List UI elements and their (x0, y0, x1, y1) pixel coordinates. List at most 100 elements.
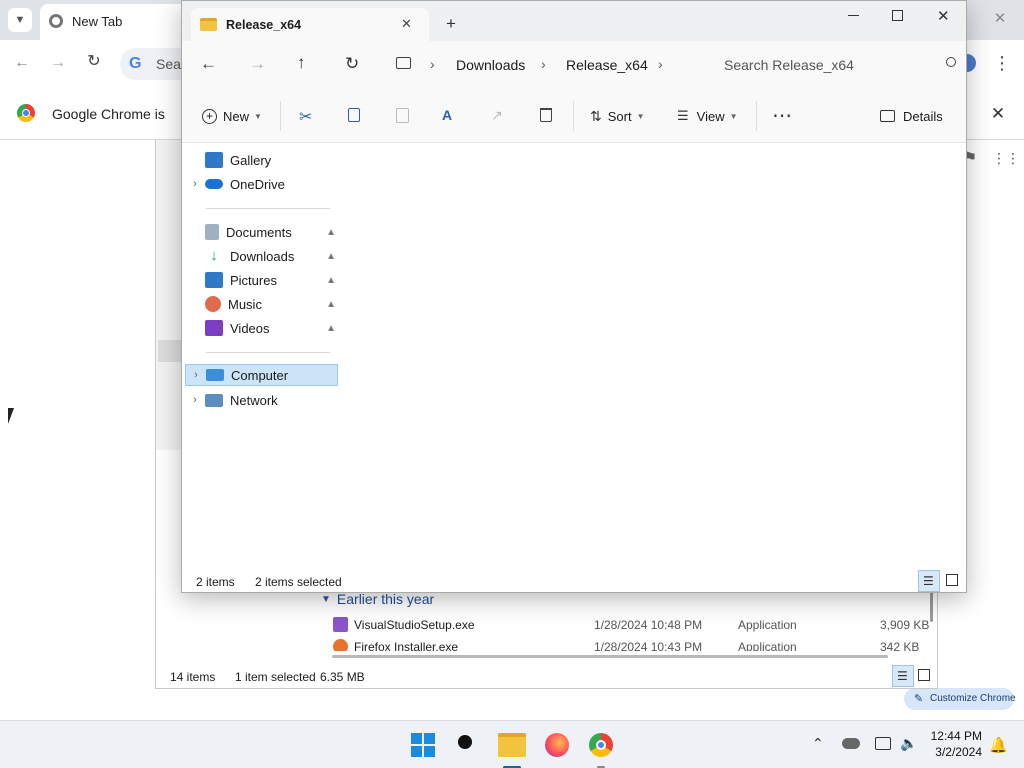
new-button[interactable]: + New ▼ (202, 105, 262, 127)
tab-search-chevron-icon[interactable]: ▼ (8, 8, 32, 32)
breadcrumb-downloads[interactable]: Downloads (456, 57, 525, 73)
expand-chevron-icon[interactable]: › (185, 394, 205, 406)
file-explorer-taskbar-icon[interactable] (498, 733, 526, 757)
infobar-message: Google Chrome is (52, 106, 165, 122)
taskbar: ⌃ 🔈 12:44 PM 3/2/2024 🔔 (0, 720, 1024, 768)
forward-arrow-icon[interactable]: → (249, 55, 266, 72)
expand-chevron-icon[interactable]: › (186, 369, 206, 381)
folder-icon (200, 18, 217, 31)
volume-muted-icon[interactable]: 🔈 (900, 735, 917, 752)
onedrive-tray-icon[interactable] (842, 738, 860, 749)
clock-time: 12:44 PM (930, 729, 982, 743)
network-tray-icon[interactable] (875, 737, 891, 750)
breadcrumb-release[interactable]: Release_x64 (566, 57, 648, 73)
horizontal-scrollbar[interactable] (332, 655, 888, 658)
nav-divider (206, 352, 330, 353)
file-row[interactable]: VisualStudioSetup.exe 1/28/2024 10:48 PM… (330, 615, 930, 635)
network-icon (205, 393, 223, 407)
search-icon (946, 57, 956, 67)
infobar-close-icon[interactable]: ✕ (988, 105, 1008, 125)
file-list-area[interactable] (340, 144, 964, 568)
computer-monitor-icon (206, 369, 224, 381)
details-pane-button[interactable]: Details (880, 105, 943, 127)
start-windows-icon[interactable] (411, 733, 435, 757)
close-window-icon[interactable]: ✕ (937, 7, 950, 25)
minimize-icon[interactable] (848, 15, 859, 16)
tiles-view-toggle[interactable] (918, 669, 930, 681)
file-row[interactable]: Firefox Installer.exe 1/28/2024 10:43 PM… (330, 637, 930, 651)
nav-item-network[interactable]: › Network (185, 389, 338, 411)
nav-item-computer[interactable]: › Computer (185, 364, 338, 386)
search-icon[interactable] (458, 735, 478, 755)
chrome-tab-new-tab[interactable]: New Tab (40, 4, 190, 40)
pin-icon: ▲ (326, 322, 336, 334)
chrome-menu-icon[interactable]: ⋮ (993, 54, 1011, 74)
explorer-tab-release[interactable]: Release_x64 ✕ (191, 8, 429, 41)
google-g-icon: G (129, 55, 142, 72)
pin-icon: ▲ (326, 274, 336, 286)
share-icon[interactable]: ↗ (491, 107, 503, 124)
chrome-close-window-icon[interactable]: ✕ (990, 11, 1010, 31)
nav-item-downloads[interactable]: ↓ Downloads ▲ (185, 245, 338, 267)
close-tab-icon[interactable]: ✕ (401, 16, 412, 32)
nav-item-gallery[interactable]: Gallery (185, 149, 338, 171)
pictures-icon (205, 272, 223, 288)
bg-selected-nav-item[interactable] (158, 340, 182, 362)
search-input[interactable]: Search Release_x64 (710, 51, 966, 79)
back-arrow-icon[interactable]: ← (12, 55, 32, 75)
firefox-icon[interactable] (545, 733, 569, 757)
vertical-scrollbar[interactable] (930, 592, 933, 622)
dropdown-chevron-icon: ▼ (254, 111, 262, 121)
nav-item-pictures[interactable]: Pictures ▲ (185, 269, 338, 291)
pin-icon: ▲ (326, 298, 336, 310)
pencil-icon: ✎ (914, 693, 924, 705)
tiles-view-toggle[interactable] (946, 574, 958, 586)
paste-icon[interactable] (396, 108, 409, 123)
details-label: Details (903, 108, 943, 124)
copy-icon[interactable] (348, 108, 360, 122)
nav-item-music[interactable]: Music ▲ (185, 293, 338, 315)
details-view-toggle[interactable]: ☰ (918, 570, 940, 592)
file-type: Application (738, 618, 797, 632)
delete-icon[interactable] (540, 108, 552, 122)
up-arrow-icon[interactable]: ↑ (297, 54, 306, 71)
firefox-installer-icon (333, 639, 348, 651)
details-view-toggle[interactable]: ☰ (892, 665, 914, 687)
chrome-taskbar-icon[interactable] (589, 733, 613, 757)
selected-count: 2 items selected (255, 575, 342, 589)
clock[interactable]: 12:44 PM 3/2/2024 (926, 728, 982, 762)
expand-chevron-icon[interactable]: › (185, 178, 205, 190)
this-pc-icon (396, 57, 411, 69)
plus-circle-icon: + (202, 108, 217, 124)
nav-item-documents[interactable]: Documents ▲ (185, 221, 338, 243)
notification-bell-icon[interactable]: 🔔 (989, 736, 1008, 754)
bg-item-count: 14 items (170, 670, 216, 684)
back-arrow-icon[interactable]: ← (200, 55, 217, 72)
nav-label-documents: Documents (226, 224, 292, 240)
breadcrumb[interactable]: › Downloads › Release_x64 › (386, 51, 686, 79)
nav-item-onedrive[interactable]: › OneDrive (185, 173, 338, 195)
nav-label-music: Music (228, 296, 262, 312)
nav-divider (206, 208, 330, 209)
breadcrumb-separator-icon: › (658, 56, 663, 72)
omnibox[interactable]: G Sear (120, 48, 190, 80)
maximize-icon[interactable] (892, 10, 903, 21)
nav-label-computer: Computer (231, 367, 289, 383)
more-options-icon[interactable]: ⋯ (772, 103, 792, 128)
apps-grid-icon[interactable]: ⋮⋮ (992, 151, 1020, 167)
reload-icon[interactable]: ↻ (84, 54, 104, 74)
add-tab-icon[interactable]: + (446, 15, 456, 32)
customize-chrome-button[interactable]: ✎ Customize Chrome (904, 688, 1016, 710)
nav-item-videos[interactable]: Videos ▲ (185, 317, 338, 339)
bg-selected-size: 6.35 MB (320, 670, 365, 684)
view-button[interactable]: ☰ View ▼ (677, 105, 738, 127)
tray-overflow-chevron-icon[interactable]: ⌃ (812, 735, 824, 752)
view-lines-icon: ☰ (677, 108, 689, 123)
sort-button[interactable]: ⇅ Sort ▼ (590, 105, 645, 127)
bg-group-header[interactable]: ▼ Earlier this year (321, 591, 434, 607)
cut-icon[interactable]: ✂ (299, 107, 312, 127)
refresh-icon[interactable]: ↻ (345, 55, 359, 72)
forward-arrow-icon[interactable]: → (48, 55, 68, 75)
rename-icon[interactable]: A (442, 107, 452, 123)
clock-date: 3/2/2024 (935, 745, 982, 759)
